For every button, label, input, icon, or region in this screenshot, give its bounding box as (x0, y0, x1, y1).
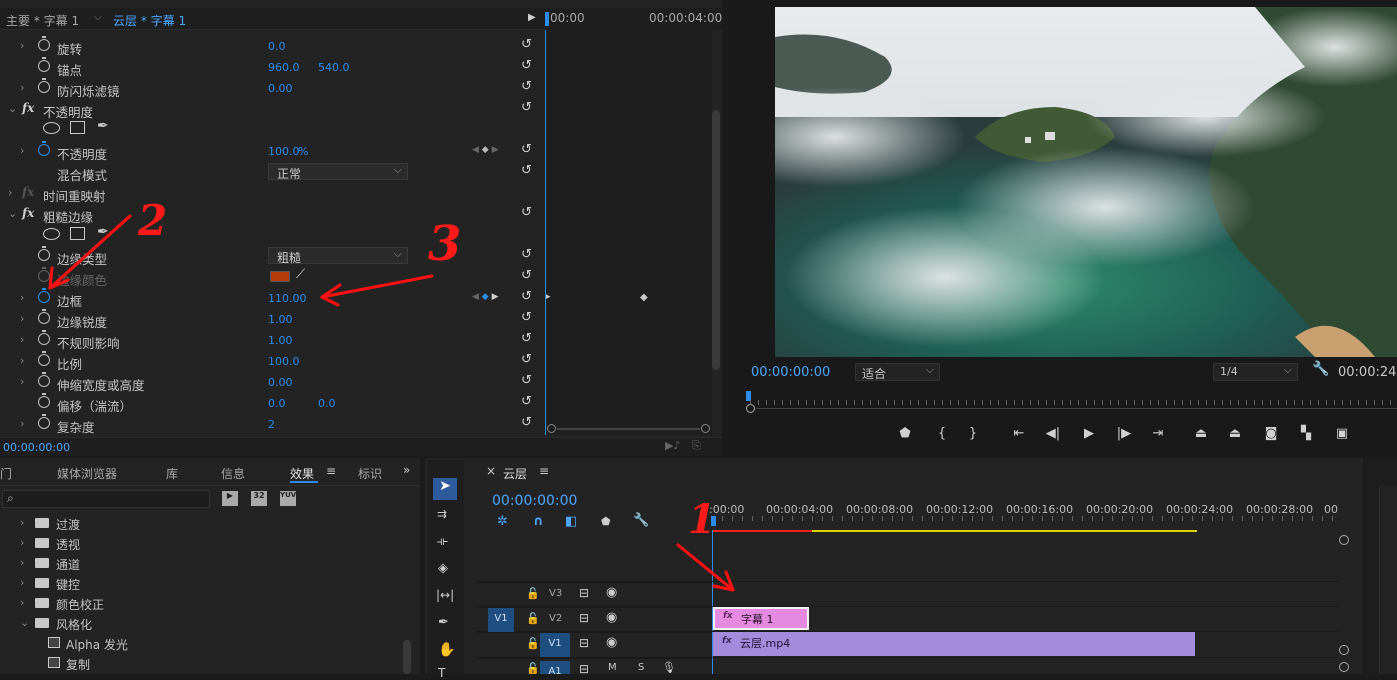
annotation-number-1: 1 (688, 496, 716, 543)
annotation-number-3: 3 (428, 216, 462, 272)
annotation-number-2: 2 (138, 196, 168, 245)
annotation-arrow-1 (676, 543, 735, 592)
annotation-arrow-2 (48, 214, 132, 290)
red-annotations (48, 214, 735, 592)
